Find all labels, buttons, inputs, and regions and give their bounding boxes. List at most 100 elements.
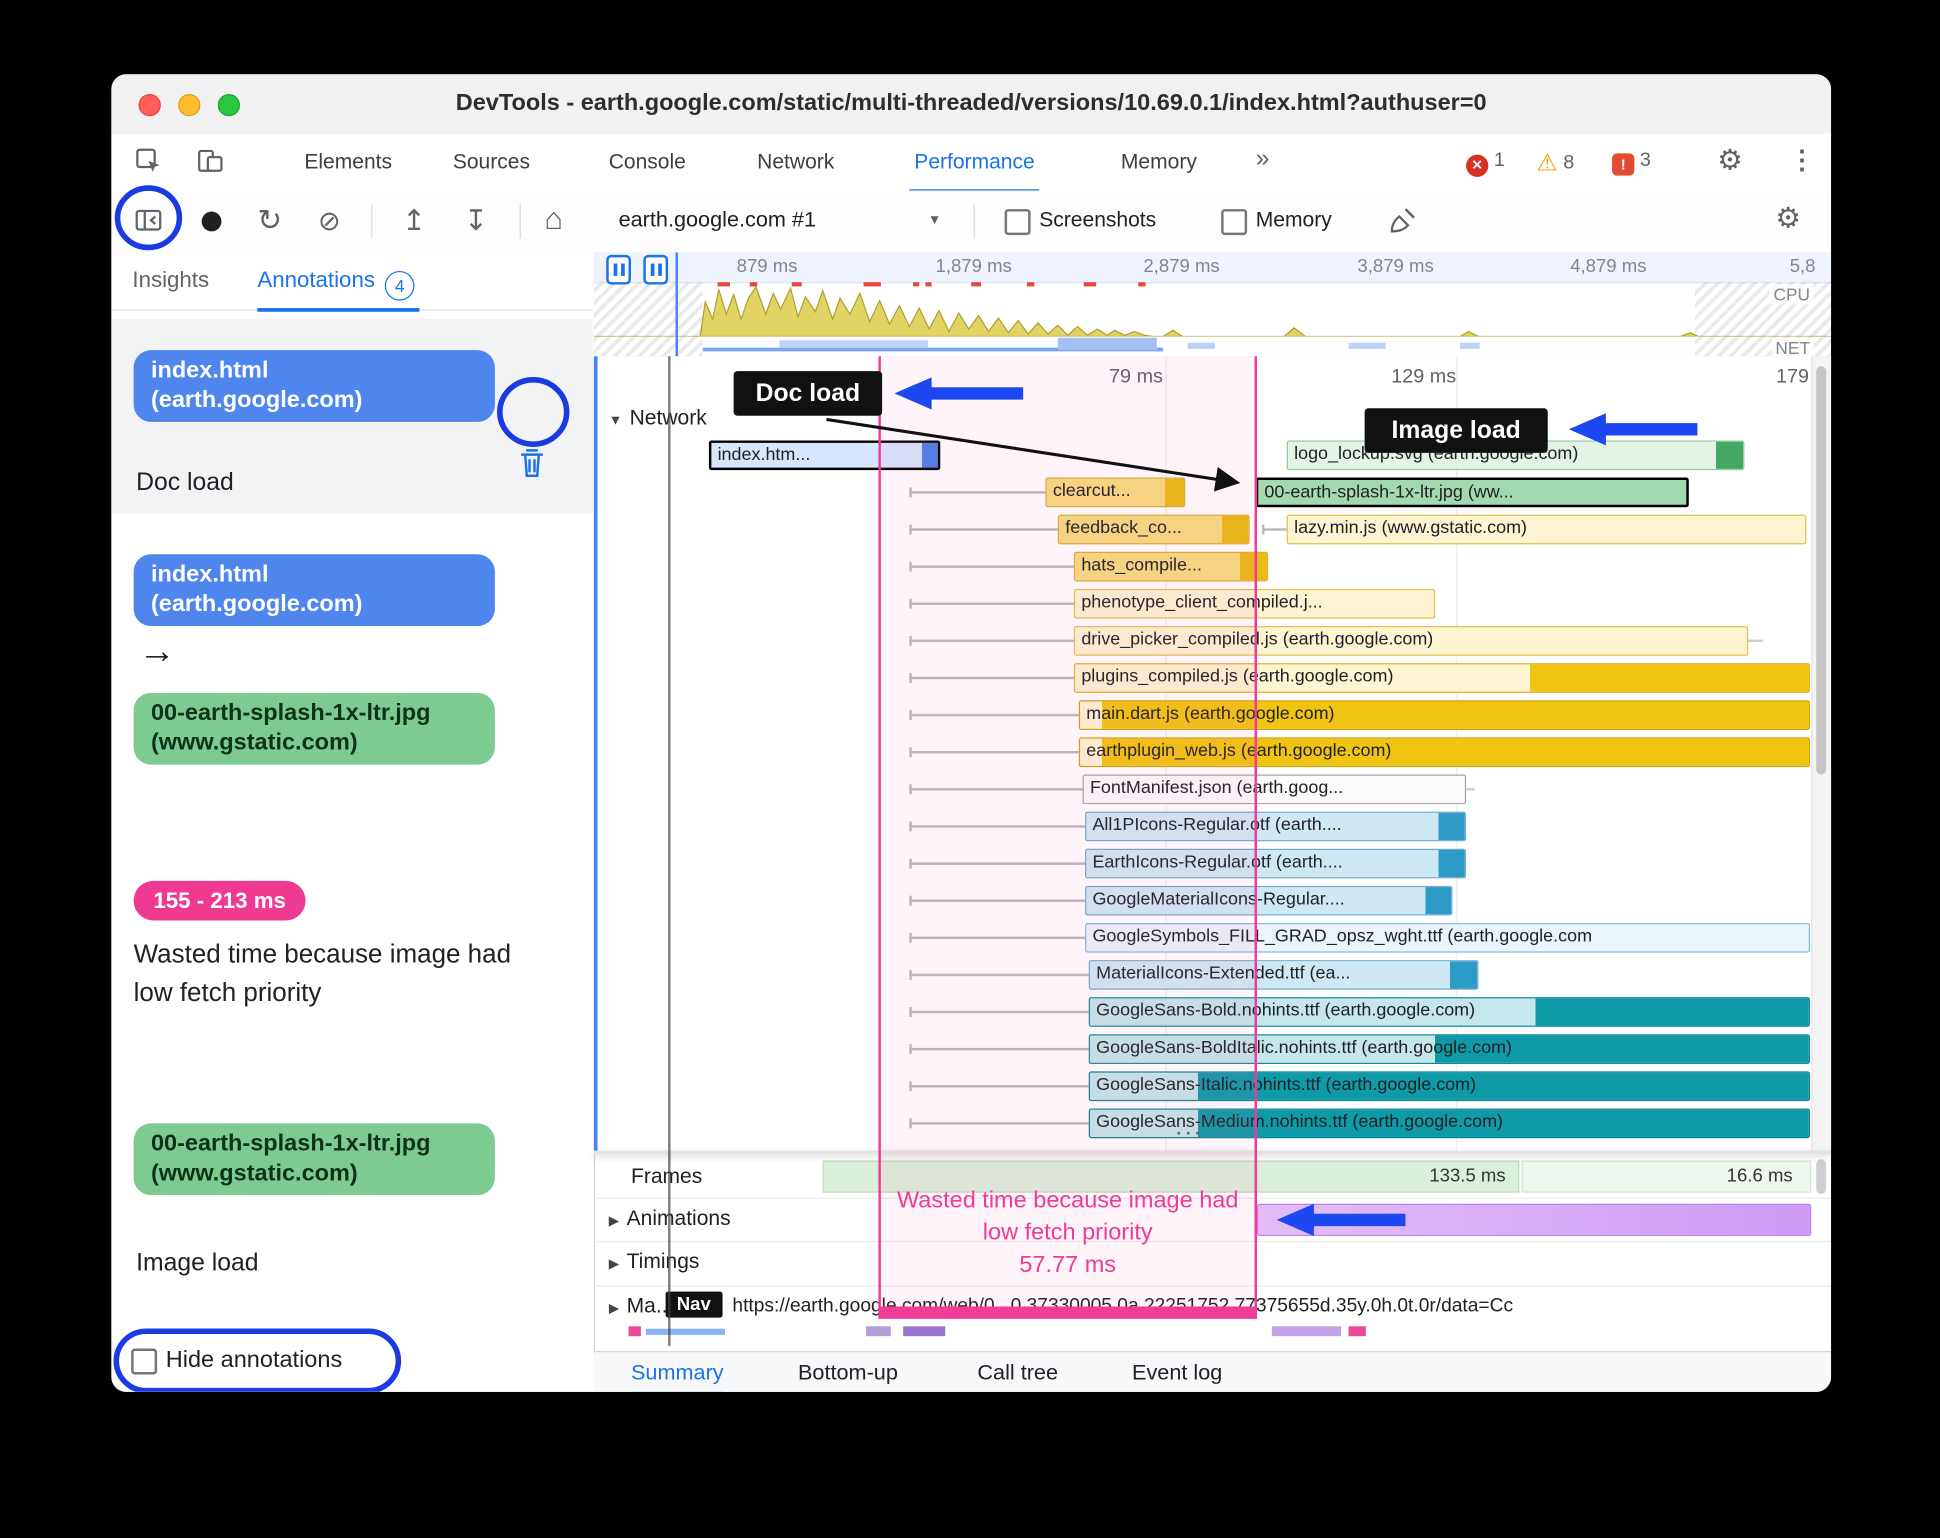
network-request-bar[interactable]: phenotype_client_compiled.j...: [1073, 588, 1436, 619]
upload-profile-icon[interactable]: ↥: [402, 204, 426, 237]
overview-tick: 879 ms: [736, 256, 798, 278]
network-request-bar[interactable]: hats_compile...: [1073, 551, 1269, 582]
annotation-link-item: index.html (earth.google.com) → 00-earth…: [111, 554, 592, 801]
title-bar: DevTools - earth.google.com/static/multi…: [111, 74, 1832, 135]
issues-badge[interactable]: ! 3: [1612, 150, 1651, 176]
network-request-bar[interactable]: GoogleSans-Italic.nohints.ttf (earth.goo…: [1088, 1071, 1811, 1102]
inspect-element-icon[interactable]: [135, 147, 162, 180]
toggle-sidebar-icon[interactable]: [135, 208, 162, 239]
network-request-bar[interactable]: FontManifest.json (earth.goog...: [1082, 774, 1467, 805]
network-request-bar[interactable]: EarthIcons-Regular.otf (earth....: [1085, 848, 1467, 879]
network-request-bar[interactable]: GoogleMaterialIcons-Regular....: [1085, 885, 1453, 916]
more-tabs-icon[interactable]: »: [1256, 145, 1270, 173]
download-profile-icon[interactable]: ↧: [464, 204, 488, 237]
console-warnings-badge[interactable]: ⚠ 8: [1537, 150, 1575, 178]
range-handle-left[interactable]: [606, 254, 631, 285]
kebab-menu-icon[interactable]: ⋮: [1789, 145, 1815, 176]
expand-triangle-icon[interactable]: ▶: [609, 1257, 619, 1272]
request-whisker: [909, 748, 1079, 756]
tab-event-log[interactable]: Event log: [1132, 1352, 1222, 1392]
devtools-tab-bar: Elements Sources Console Network Perform…: [111, 133, 1832, 194]
doc-load-callout[interactable]: Doc load: [733, 371, 883, 416]
target-selector[interactable]: earth.google.com #1: [619, 207, 816, 233]
timings-track-header[interactable]: ▶ Timings: [609, 1250, 700, 1275]
tab-sources[interactable]: Sources: [448, 134, 535, 190]
navigation-marker-line: [668, 356, 670, 1347]
scrollbar-thumb[interactable]: [1816, 366, 1827, 775]
reload-and-record-icon[interactable]: ↻: [257, 203, 282, 239]
nav-marker-chip[interactable]: Nav: [665, 1291, 722, 1318]
tab-call-tree[interactable]: Call tree: [977, 1352, 1058, 1392]
main-track-header[interactable]: ▶ Ma...: [609, 1294, 673, 1319]
network-waterfall: index.htm... logo_lockup.svg (earth.googl…: [594, 356, 1831, 1150]
timeline-overview[interactable]: 879 ms 1,879 ms 2,879 ms 3,879 ms 4,879 …: [593, 252, 1832, 358]
track-separator[interactable]: [593, 1150, 1832, 1155]
network-request-bar[interactable]: index.htm...: [708, 440, 941, 471]
network-request-bar[interactable]: clearcut...: [1045, 477, 1186, 508]
annotation-link-to-pill[interactable]: 00-earth-splash-1x-ltr.jpg (www.gstatic.…: [133, 692, 495, 765]
annotation-range-pill[interactable]: 155 - 213 ms: [133, 880, 306, 921]
more-requests-indicator[interactable]: ...: [1175, 1113, 1203, 1141]
tab-insights[interactable]: Insights: [132, 252, 209, 308]
request-whisker: [909, 1008, 1089, 1016]
network-track-canvas[interactable]: 79 ms 129 ms 179 m ▼Network index.htm...…: [593, 356, 1832, 1151]
tab-annotations[interactable]: Annotations 4: [257, 252, 420, 312]
request-whisker: [909, 1082, 1089, 1090]
tab-network[interactable]: Network: [752, 134, 839, 190]
frame-bar[interactable]: 16.6 ms: [1521, 1160, 1812, 1193]
delete-annotation-icon[interactable]: [517, 447, 547, 487]
range-handle-right[interactable]: [643, 254, 669, 285]
network-request-bar[interactable]: GoogleSans-Bold.nohints.ttf (earth.googl…: [1088, 997, 1811, 1027]
home-icon[interactable]: ⌂: [544, 202, 563, 238]
clear-recording-icon[interactable]: ⊘: [318, 205, 341, 237]
tab-console[interactable]: Console: [604, 134, 691, 190]
record-button[interactable]: [201, 211, 222, 232]
annotation-label[interactable]: Image load: [136, 1250, 258, 1278]
network-request-bar[interactable]: 00-earth-splash-1x-ltr.jpg (ww...: [1255, 477, 1689, 508]
annotation-pill-image[interactable]: 00-earth-splash-1x-ltr.jpg (www.gstatic.…: [133, 1123, 495, 1196]
hide-annotations-checkbox[interactable]: [131, 1348, 158, 1375]
settings-gear-icon[interactable]: ⚙: [1717, 144, 1743, 177]
collect-garbage-icon[interactable]: [1388, 207, 1418, 240]
image-load-callout[interactable]: Image load: [1364, 408, 1548, 453]
network-request-bar[interactable]: main.dart.js (earth.google.com): [1078, 700, 1811, 730]
annotation-link-from-pill[interactable]: index.html (earth.google.com): [133, 554, 495, 627]
network-request-bar[interactable]: GoogleSymbols_FILL_GRAD_opsz_wght.ttf (e…: [1085, 922, 1811, 953]
console-errors-badge[interactable]: ✕ 1: [1466, 150, 1505, 177]
wasted-time-value: 57.77 ms: [1019, 1252, 1117, 1279]
scrollbar-thumb[interactable]: [1816, 1159, 1827, 1194]
annotation-label[interactable]: Doc load: [136, 469, 234, 497]
request-whisker: [909, 970, 1089, 979]
tab-summary[interactable]: Summary: [631, 1352, 724, 1392]
network-request-bar[interactable]: plugins_compiled.js (earth.google.com): [1073, 663, 1811, 693]
memory-checkbox[interactable]: [1221, 209, 1248, 236]
network-request-bar[interactable]: feedback_co...: [1057, 514, 1250, 545]
tab-elements[interactable]: Elements: [299, 134, 397, 190]
expand-triangle-icon[interactable]: ▶: [609, 1302, 619, 1317]
tab-performance[interactable]: Performance: [909, 134, 1040, 194]
network-request-bar[interactable]: MaterialIcons-Extended.ttf (ea...: [1088, 960, 1479, 990]
expand-triangle-icon[interactable]: ▶: [609, 1214, 619, 1229]
animation-bar[interactable]: [1256, 1203, 1812, 1236]
request-whisker: [909, 1045, 1089, 1053]
tab-bottom-up[interactable]: Bottom-up: [798, 1352, 898, 1392]
network-request-bar[interactable]: earthplugin_web.js (earth.google.com): [1078, 737, 1811, 768]
network-request-bar[interactable]: lazy.min.js (www.gstatic.com): [1286, 514, 1807, 545]
panel-settings-gear-icon[interactable]: ⚙: [1775, 202, 1801, 235]
request-whisker: [909, 562, 1074, 571]
wasted-time-range-bar[interactable]: [878, 1306, 1257, 1319]
annotation-range-label[interactable]: Wasted time because image had low fetch …: [134, 935, 555, 1012]
network-request-bar[interactable]: GoogleSans-BoldItalic.nohints.ttf (earth…: [1088, 1034, 1811, 1064]
screenshots-checkbox[interactable]: [1004, 209, 1031, 236]
overview-tick: 5,8: [1789, 256, 1816, 278]
network-request-bar[interactable]: drive_picker_compiled.js (earth.google.c…: [1073, 626, 1749, 656]
wasted-time-text: Wasted time because image had low fetch …: [896, 1187, 1239, 1246]
annotation-pill-doc[interactable]: index.html (earth.google.com): [133, 350, 495, 422]
target-dropdown-caret-icon[interactable]: ▼: [928, 213, 941, 228]
device-toolbar-icon[interactable]: [197, 148, 224, 179]
request-whisker: [909, 711, 1079, 719]
network-request-bar[interactable]: All1PIcons-Regular.otf (earth....: [1085, 811, 1467, 842]
tab-memory[interactable]: Memory: [1116, 134, 1202, 190]
performance-toolbar: ↻ ⊘ ↥ ↧ ⌂ earth.google.com #1 ▼ Screensh…: [111, 190, 1832, 254]
request-whisker: [909, 673, 1074, 682]
